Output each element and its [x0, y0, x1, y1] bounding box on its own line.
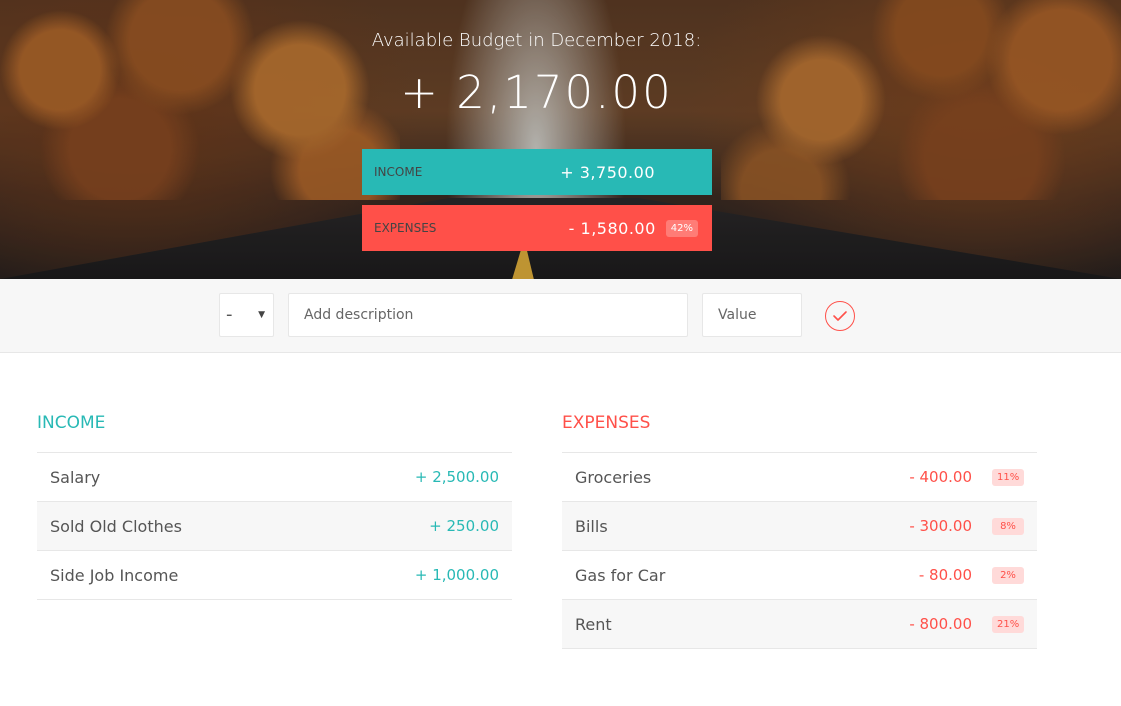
expenses-summary-value: - 1,580.00 [568, 218, 656, 238]
description-input[interactable] [288, 293, 688, 337]
budget-title: Available Budget in December 2018: [371, 30, 702, 51]
expense-item: Groceries - 400.00 11% [562, 453, 1037, 502]
expense-item-description: Gas for Car [575, 565, 666, 585]
expenses-list: Expenses Groceries - 400.00 11% Bills - … [562, 413, 1037, 649]
expenses-summary: Expenses - 1,580.00 42% [362, 205, 712, 251]
income-item: Side Job Income + 1,000.00 [37, 551, 512, 600]
budget-value: + 2,170.00 [400, 66, 673, 119]
budget-summary: Available Budget in December 2018: + 2,1… [0, 0, 1121, 279]
income-item-description: Side Job Income [50, 565, 179, 585]
income-list: Income Salary + 2,500.00 Sold Old Clothe… [37, 413, 512, 600]
type-select[interactable]: - ▼ [219, 293, 274, 337]
income-item-value: + 250.00 [429, 517, 499, 535]
income-item-value: + 2,500.00 [414, 468, 499, 486]
type-select-value: - [226, 304, 233, 325]
expense-item-value: - 800.00 [909, 615, 972, 633]
expenses-summary-percent: 42% [665, 219, 698, 237]
add-button[interactable] [825, 301, 855, 331]
expenses-summary-label: Expenses [374, 221, 437, 235]
income-summary-label: Income [374, 165, 423, 179]
expense-item-percent: 8% [992, 517, 1024, 535]
expense-item-percent: 21% [992, 615, 1024, 633]
expense-item-percent: 11% [992, 468, 1024, 486]
income-item-description: Salary [50, 467, 101, 487]
expense-item-value: - 80.00 [918, 566, 972, 584]
expense-item-description: Groceries [575, 467, 652, 487]
expense-item-description: Rent [575, 614, 612, 634]
expense-item: Bills - 300.00 8% [562, 502, 1037, 551]
expense-item-value: - 300.00 [909, 517, 972, 535]
income-item-value: + 1,000.00 [414, 566, 499, 584]
expense-item: Rent - 800.00 21% [562, 600, 1037, 649]
income-item: Salary + 2,500.00 [37, 453, 512, 502]
expense-item-value: - 400.00 [909, 468, 972, 486]
checkmark-circle-icon [833, 311, 847, 321]
header-background: Available Budget in December 2018: + 2,1… [0, 0, 1121, 279]
income-summary-value: + 3,750.00 [560, 162, 655, 182]
expense-item: Gas for Car - 80.00 2% [562, 551, 1037, 600]
expense-item-description: Bills [575, 516, 608, 536]
income-summary: Income + 3,750.00 [362, 149, 712, 195]
value-input[interactable] [702, 293, 802, 337]
caret-down-icon: ▼ [258, 310, 265, 320]
income-item-description: Sold Old Clothes [50, 516, 182, 536]
income-list-title: Income [37, 413, 512, 453]
add-entry-bar: - ▼ [0, 279, 1121, 353]
expenses-list-title: Expenses [562, 413, 1037, 453]
income-item: Sold Old Clothes + 250.00 [37, 502, 512, 551]
expense-item-percent: 2% [992, 566, 1024, 584]
